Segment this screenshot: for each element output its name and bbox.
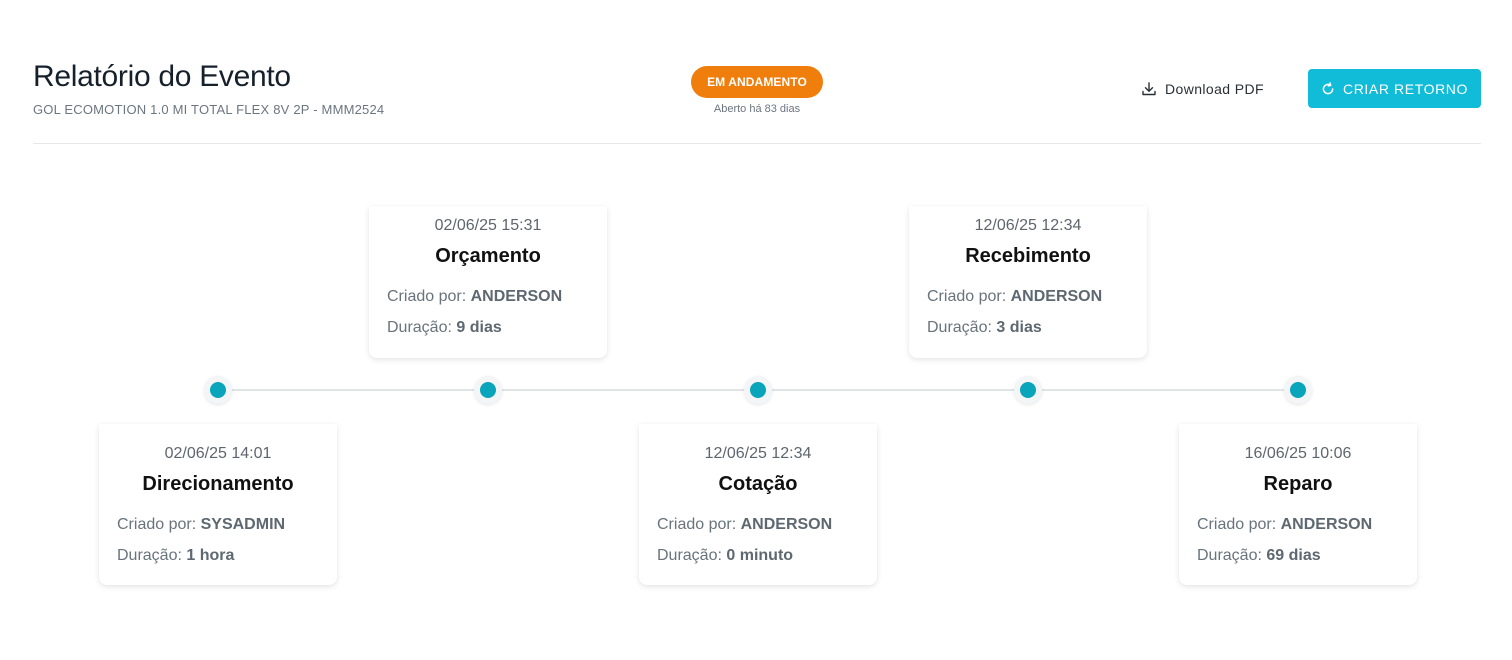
duration-label: Duração: bbox=[927, 319, 992, 336]
created-by-label: Criado por: bbox=[387, 288, 467, 305]
duration-label: Duração: bbox=[117, 547, 182, 564]
created-by-value: ANDERSON bbox=[1280, 516, 1373, 533]
card-duration: Duração: 9 dias bbox=[387, 319, 589, 339]
duration-label: Duração: bbox=[1197, 547, 1262, 564]
card-created-by: Criado por: ANDERSON bbox=[927, 288, 1129, 308]
card-date: 12/06/25 12:34 bbox=[974, 217, 1082, 234]
card-duration: Duração: 3 dias bbox=[927, 319, 1129, 339]
duration-label: Duração: bbox=[657, 547, 722, 564]
duration-value: 1 hora bbox=[186, 547, 235, 564]
created-by-label: Criado por: bbox=[1197, 516, 1277, 533]
card-date: 16/06/25 10:06 bbox=[1244, 445, 1352, 462]
card-date: 12/06/25 12:34 bbox=[704, 445, 812, 462]
status-open-duration: Aberto há 83 dias bbox=[713, 103, 801, 115]
card-stage-name: Direcionamento bbox=[142, 473, 294, 495]
created-by-value: ANDERSON bbox=[740, 516, 833, 533]
create-return-label: CRIAR RETORNO bbox=[1343, 80, 1468, 97]
download-pdf-label: Download PDF bbox=[1165, 81, 1264, 97]
card-stage-name: Orçamento bbox=[435, 245, 541, 267]
timeline-card-direcionamento: 02/06/25 14:01 Direcionamento Criado por… bbox=[99, 424, 337, 585]
card-duration: Duração: 1 hora bbox=[117, 547, 319, 567]
card-created-by: Criado por: SYSADMIN bbox=[117, 516, 319, 536]
report-header: Relatório do Evento GOL ECOMOTION 1.0 MI… bbox=[33, 0, 1481, 144]
duration-label: Duração: bbox=[387, 319, 452, 336]
created-by-value: ANDERSON bbox=[470, 288, 563, 305]
create-return-button[interactable]: CRIAR RETORNO bbox=[1308, 69, 1481, 108]
timeline-dot bbox=[474, 376, 502, 404]
status-badge: EM ANDAMENTO bbox=[691, 66, 823, 98]
duration-value: 69 dias bbox=[1266, 547, 1321, 564]
card-stage-name: Reparo bbox=[1263, 473, 1333, 495]
timeline-dot bbox=[744, 376, 772, 404]
timeline-card-reparo: 16/06/25 10:06 Reparo Criado por: ANDERS… bbox=[1179, 424, 1417, 585]
card-date: 02/06/25 14:01 bbox=[164, 445, 272, 462]
card-created-by: Criado por: ANDERSON bbox=[387, 288, 589, 308]
timeline-card-recebimento: 12/06/25 12:34 Recebimento Criado por: A… bbox=[909, 206, 1147, 358]
vehicle-subtitle: GOL ECOMOTION 1.0 MI TOTAL FLEX 8V 2P - … bbox=[33, 102, 385, 117]
card-created-by: Criado por: ANDERSON bbox=[1197, 516, 1399, 536]
created-by-label: Criado por: bbox=[117, 516, 197, 533]
duration-value: 3 dias bbox=[996, 319, 1042, 336]
timeline-card-cotacao: 12/06/25 12:34 Cotação Criado por: ANDER… bbox=[639, 424, 877, 585]
card-stage-name: Cotação bbox=[718, 473, 798, 495]
card-created-by: Criado por: ANDERSON bbox=[657, 516, 859, 536]
page-title: Relatório do Evento bbox=[33, 60, 291, 93]
card-duration: Duração: 69 dias bbox=[1197, 547, 1399, 567]
duration-value: 9 dias bbox=[456, 319, 502, 336]
timeline-dot bbox=[1014, 376, 1042, 404]
download-pdf-button[interactable]: Download PDF bbox=[1141, 76, 1264, 102]
event-report-page: Relatório do Evento GOL ECOMOTION 1.0 MI… bbox=[0, 0, 1512, 660]
duration-value: 0 minuto bbox=[726, 547, 794, 564]
created-by-label: Criado por: bbox=[657, 516, 737, 533]
status-section: EM ANDAMENTO Aberto há 83 dias bbox=[691, 66, 823, 115]
timeline-dot bbox=[1284, 376, 1312, 404]
card-date: 02/06/25 15:31 bbox=[434, 217, 542, 234]
refresh-icon bbox=[1321, 81, 1335, 96]
timeline-dot bbox=[204, 376, 232, 404]
created-by-label: Criado por: bbox=[927, 288, 1007, 305]
timeline-card-orcamento: 02/06/25 15:31 Orçamento Criado por: AND… bbox=[369, 206, 607, 358]
created-by-value: SYSADMIN bbox=[200, 516, 286, 533]
created-by-value: ANDERSON bbox=[1010, 288, 1103, 305]
download-icon bbox=[1141, 81, 1157, 97]
card-duration: Duração: 0 minuto bbox=[657, 547, 859, 567]
card-stage-name: Recebimento bbox=[965, 245, 1091, 267]
